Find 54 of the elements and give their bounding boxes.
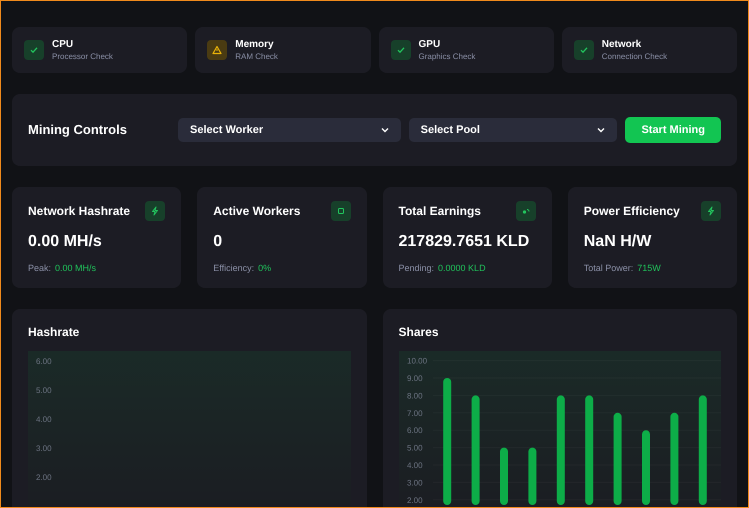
detail-label: Pending: <box>398 262 434 275</box>
check-subtitle: Processor Check <box>52 50 113 62</box>
select-dropdown[interactable]: Select Worker <box>178 118 401 142</box>
stat-title: Total Earnings <box>398 203 481 220</box>
chart-title: Shares <box>398 325 440 339</box>
caret-icon <box>380 127 389 133</box>
check-icon <box>396 45 406 55</box>
axis-tick-label: 3.00 <box>36 444 52 453</box>
axis-tick-label: 3.00 <box>406 478 422 488</box>
detail-label: Efficiency: <box>213 262 254 275</box>
stat-value: 217829.7651 KLD <box>398 232 530 252</box>
check-subtitle: Connection Check <box>602 50 668 62</box>
check-title: GPU <box>418 38 442 50</box>
detail-value: 0.00 MH/s <box>55 262 96 275</box>
stat-value: 0 <box>213 232 224 252</box>
axis-tick-label: 5.00 <box>406 444 422 453</box>
axis-tick-label: 6.00 <box>406 426 422 436</box>
axis-tick-label: 6.00 <box>36 357 52 366</box>
axis-tick-label: 10.00 <box>406 356 427 366</box>
stat-title: Active Workers <box>213 203 300 220</box>
axis-tick-label: 8.00 <box>406 391 422 400</box>
axis-tick-label: 4.00 <box>36 415 52 424</box>
check-icon <box>29 45 39 55</box>
caret-icon <box>597 127 606 133</box>
chip-icon <box>336 206 346 216</box>
axis-tick-label: 9.00 <box>406 374 422 383</box>
stat-value: NaN H/W <box>584 232 652 252</box>
check-icon <box>578 45 589 55</box>
panel-title: Mining Controls <box>28 121 128 140</box>
stat-title: Power Efficiency <box>584 203 680 220</box>
chart-title: Hashrate <box>28 325 80 339</box>
chart-bar <box>500 448 508 505</box>
axis-tick-label: 5.00 <box>36 386 52 395</box>
axis-tick-label: 2.00 <box>36 473 52 482</box>
stat-title: Network Hashrate <box>28 203 130 220</box>
select-dropdown[interactable]: Select Pool <box>408 118 618 142</box>
axis-tick-label: 4.00 <box>406 460 422 470</box>
axis-tick-label: 7.00 <box>406 408 422 418</box>
check-subtitle: RAM Check <box>235 50 278 62</box>
check-subtitle: Graphics Check <box>418 50 476 62</box>
detail-value: 0.0000 KLD <box>438 262 486 275</box>
axis-tick-label: 2.00 <box>406 496 422 505</box>
chart-bar <box>528 448 536 505</box>
lightning-icon <box>706 206 716 216</box>
detail-label: Total Power: <box>584 262 634 275</box>
check-title: CPU <box>52 38 74 50</box>
check-title: Memory <box>235 38 275 50</box>
detail-value: 0% <box>258 262 272 275</box>
detail-value: 715W <box>637 262 661 275</box>
detail-label: Peak: <box>28 262 52 275</box>
check-title: Network <box>602 38 642 50</box>
lightning-icon <box>150 206 160 216</box>
stat-value: 0.00 MH/s <box>28 232 103 252</box>
warning-icon <box>212 45 222 55</box>
